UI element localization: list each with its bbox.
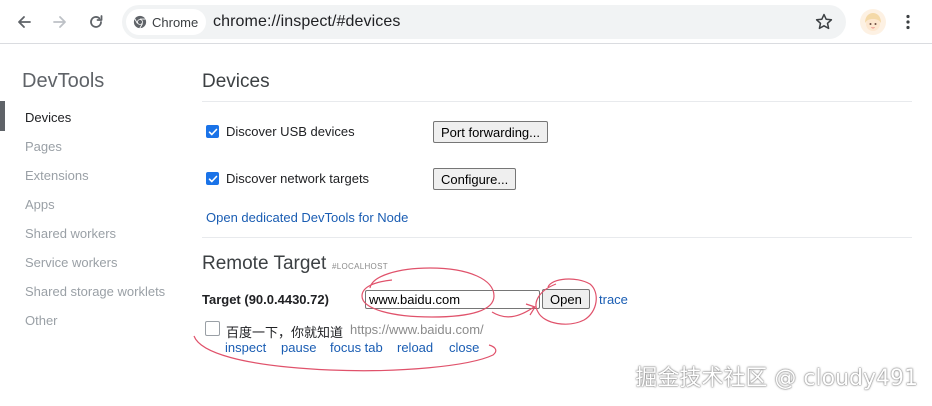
- sidebar-item-apps[interactable]: Apps: [25, 197, 55, 212]
- divider: [202, 237, 912, 238]
- sidebar-item-devices[interactable]: Devices: [25, 110, 71, 125]
- avatar-image: [865, 13, 881, 31]
- trace-link[interactable]: trace: [599, 292, 628, 307]
- open-button[interactable]: Open: [542, 289, 590, 309]
- remote-target-subheading: #LOCALHOST: [332, 262, 388, 271]
- pause-link[interactable]: pause: [281, 340, 316, 355]
- usb-label: Discover USB devices: [226, 124, 355, 139]
- reload-link[interactable]: reload: [397, 340, 433, 355]
- url-text[interactable]: chrome://inspect/#devices: [213, 13, 400, 31]
- page-checkbox[interactable]: [205, 321, 220, 336]
- reload-icon: [90, 15, 103, 28]
- inspect-link[interactable]: inspect: [225, 340, 266, 355]
- sidebar: DevTools Devices Pages Extensions Apps S…: [0, 44, 192, 406]
- page-title: 百度一下，你就知道: [226, 326, 344, 341]
- target-label: Target (90.0.4430.72): [202, 292, 329, 307]
- forward-arrow-icon: [53, 16, 66, 28]
- more-vert-icon: [906, 14, 910, 30]
- forward-button[interactable]: [46, 8, 74, 36]
- sidebar-item-service-workers[interactable]: Service workers: [25, 255, 117, 270]
- chrome-chip[interactable]: Chrome: [126, 9, 206, 35]
- sidebar-title: DevTools: [22, 70, 105, 92]
- divider: [202, 101, 912, 102]
- back-arrow-icon: [18, 16, 31, 28]
- avatar[interactable]: [860, 9, 886, 35]
- sidebar-item-shared-workers[interactable]: Shared workers: [25, 226, 116, 241]
- checkbox-checked-icon: [208, 128, 217, 135]
- port-forwarding-button[interactable]: Port forwarding...: [433, 121, 548, 143]
- open-url-input[interactable]: www.baidu.com: [365, 290, 540, 309]
- network-label: Discover network targets: [226, 171, 370, 186]
- node-devtools-link[interactable]: Open dedicated DevTools for Node: [206, 210, 408, 225]
- star-icon[interactable]: [814, 12, 834, 32]
- remote-target-heading: Remote Target: [202, 253, 327, 274]
- active-marker: [0, 101, 5, 131]
- sidebar-item-other[interactable]: Other: [25, 313, 58, 328]
- network-row[interactable]: Discover network targets: [206, 171, 369, 186]
- sidebar-item-shared-storage-worklets[interactable]: Shared storage worklets: [25, 284, 165, 299]
- sidebar-item-pages[interactable]: Pages: [25, 139, 62, 154]
- network-checkbox[interactable]: [206, 172, 219, 185]
- focus-tab-link[interactable]: focus tab: [330, 340, 383, 355]
- sidebar-item-extensions[interactable]: Extensions: [25, 168, 89, 183]
- back-button[interactable]: [10, 8, 38, 36]
- more-button[interactable]: [896, 8, 920, 36]
- chip-label: Chrome: [152, 14, 199, 30]
- usb-row[interactable]: Discover USB devices: [206, 124, 355, 139]
- devices-heading: Devices: [202, 71, 270, 92]
- main-content: Devices Discover USB devices Port forwar…: [202, 44, 912, 406]
- usb-checkbox[interactable]: [206, 125, 219, 138]
- close-link[interactable]: close: [449, 340, 479, 355]
- configure-button[interactable]: Configure...: [433, 168, 517, 190]
- watermark: 掘金技术社区 @ cloudy491: [635, 366, 918, 391]
- checkbox-checked-icon: [208, 175, 217, 182]
- page-url: https://www.baidu.com/: [350, 322, 484, 337]
- browser-toolbar: Chrome chrome://inspect/#devices: [0, 0, 932, 44]
- address-bar[interactable]: Chrome chrome://inspect/#devices: [122, 5, 846, 39]
- reload-button[interactable]: [82, 8, 110, 36]
- chrome-logo-icon: [133, 15, 147, 29]
